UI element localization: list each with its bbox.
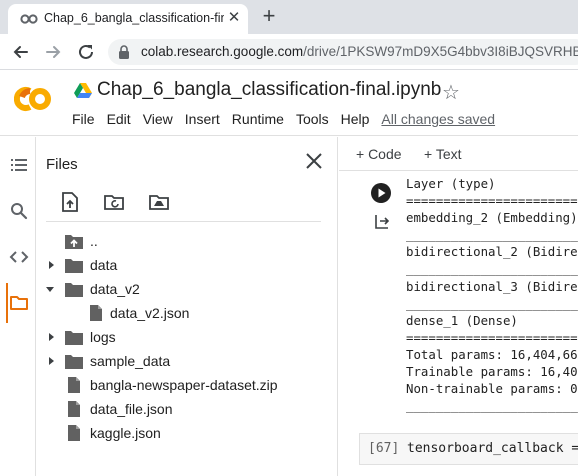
divider <box>46 221 321 222</box>
tree-item-dataset-zip[interactable]: bangla-newspaper-dataset.zip <box>36 374 336 396</box>
url-path: /drive/1PKSW97mD9X5G4bbv3I8iBJQSVRHB <box>303 44 578 59</box>
notebook-title[interactable]: Chap_6_bangla_classification-final.ipynb <box>97 79 441 101</box>
tree-item-kaggle-json[interactable]: kaggle.json <box>36 422 336 444</box>
tree-item-parent[interactable]: .. <box>36 230 336 252</box>
notebook-toolbar: + Code + Text <box>339 137 578 171</box>
caret-right-icon[interactable] <box>46 332 56 342</box>
files-panel: Files .. data data_v2 data_v2.json logs … <box>36 137 338 476</box>
menu-bar: File Edit View Insert Runtime Tools Help All ch… <box>72 111 495 131</box>
file-icon <box>68 425 80 441</box>
output-line: _______________________________ <box>406 295 578 311</box>
file-icon <box>68 377 80 393</box>
browser-tab[interactable]: Chap_6_bangla_classification-final ✕ <box>8 4 248 34</box>
tree-item-sample-data[interactable]: sample_data <box>36 350 336 372</box>
code-editor[interactable]: tensorboard_callback = <box>407 441 578 456</box>
folder-up-icon <box>65 235 83 249</box>
save-status-link[interactable]: All changes saved <box>381 111 495 127</box>
output-line: Non-trainable params: 0 <box>406 381 578 397</box>
url-host: colab.research.google.com <box>141 44 304 59</box>
tree-item-label: data_v2 <box>90 281 140 297</box>
caret-down-icon[interactable] <box>45 284 55 294</box>
tree-item-label: bangla-newspaper-dataset.zip <box>90 377 278 393</box>
folder-icon <box>65 331 83 345</box>
colab-logo-icon[interactable] <box>14 83 56 115</box>
code-brackets-icon[interactable] <box>9 247 29 267</box>
lock-icon <box>119 45 129 59</box>
tree-item-data-file-json[interactable]: data_file.json <box>36 398 336 420</box>
tab-title: Chap_6_bangla_classification-final <box>44 11 224 25</box>
model-summary-output: Layer (type) ===========================… <box>406 175 578 425</box>
output-line: bidirectional_2 (Bidire <box>406 244 578 260</box>
files-title: Files <box>46 156 78 173</box>
url-field[interactable]: colab.research.google.com/drive/1PKSW97m… <box>108 39 578 65</box>
add-code-button[interactable]: + Code <box>356 146 402 162</box>
folder-icon <box>65 283 83 297</box>
new-tab-icon[interactable]: + <box>258 5 280 28</box>
tree-item-label: kaggle.json <box>90 425 161 441</box>
output-line: Total params: 16,404,66 <box>406 346 578 362</box>
output-line: Layer (type) <box>406 176 496 191</box>
forward-arrow-icon[interactable] <box>42 41 64 63</box>
output-line: bidirectional_3 (Bidire <box>406 278 578 294</box>
tab-strip: Chap_6_bangla_classification-final ✕ + <box>0 0 578 34</box>
star-icon[interactable]: ☆ <box>442 80 460 105</box>
output-actions-icon[interactable] <box>373 213 391 231</box>
output-line: _______________________________ <box>406 227 578 243</box>
browser-window: Chap_6_bangla_classification-final ✕ + c… <box>0 0 578 476</box>
mount-drive-icon[interactable] <box>148 191 170 213</box>
menu-help[interactable]: Help <box>341 111 370 127</box>
output-line: dense_1 (Dense) <box>406 312 518 328</box>
active-indicator <box>6 283 8 323</box>
output-line: _______________________________ <box>406 398 578 414</box>
tree-item-data[interactable]: data <box>36 254 336 276</box>
menu-tools[interactable]: Tools <box>296 111 329 127</box>
folder-icon <box>65 355 83 369</box>
upload-file-icon[interactable] <box>59 191 81 213</box>
refresh-folder-icon[interactable] <box>103 191 125 213</box>
file-icon <box>68 401 80 417</box>
tree-item-label: sample_data <box>90 353 171 369</box>
code-cell-output: Layer (type) ===========================… <box>339 171 578 429</box>
folder-icon <box>65 259 83 273</box>
caret-right-icon[interactable] <box>46 356 56 366</box>
caret-right-icon[interactable] <box>46 260 56 270</box>
back-arrow-icon[interactable] <box>10 41 32 63</box>
add-text-button[interactable]: + Text <box>424 146 462 162</box>
run-cell-icon[interactable] <box>370 182 392 204</box>
output-line: embedding_2 (Embedding) <box>406 210 578 226</box>
tree-item-label: data <box>90 257 118 273</box>
output-line: =============================== <box>406 193 578 209</box>
folder-icon[interactable] <box>9 293 29 313</box>
tree-item-label: .. <box>90 233 98 249</box>
menu-insert[interactable]: Insert <box>185 111 220 127</box>
notebook-area: + Code + Text Layer (type) =============… <box>339 137 578 476</box>
search-icon[interactable] <box>9 201 29 221</box>
google-drive-icon[interactable] <box>74 82 92 98</box>
tree-item-data-v2[interactable]: data_v2 <box>36 278 336 300</box>
file-icon <box>90 305 102 321</box>
tree-item-label: data_v2.json <box>110 305 190 321</box>
output-line: _______________________________ <box>406 261 578 277</box>
tree-item-label: logs <box>90 329 116 345</box>
url-text: colab.research.google.com/drive/1PKSW97m… <box>141 44 578 59</box>
execution-count: [67] <box>368 441 400 456</box>
left-rail <box>0 137 36 476</box>
output-line: =============================== <box>406 329 578 345</box>
tree-item-logs[interactable]: logs <box>36 326 336 348</box>
menu-file[interactable]: File <box>72 111 95 127</box>
colab-header: Chap_6_bangla_classification-final.ipynb… <box>0 70 578 136</box>
code-cell[interactable]: [67] tensorboard_callback = <box>359 433 578 465</box>
tree-item-label: data_file.json <box>90 401 173 417</box>
tree-item-data-v2-json[interactable]: data_v2.json <box>36 302 336 324</box>
menu-view[interactable]: View <box>143 111 173 127</box>
close-panel-icon[interactable] <box>304 151 324 171</box>
output-line: Trainable params: 16,40 <box>406 364 578 380</box>
list-icon[interactable] <box>9 155 29 175</box>
address-bar: colab.research.google.com/drive/1PKSW97m… <box>0 34 578 70</box>
menu-edit[interactable]: Edit <box>107 111 131 127</box>
menu-runtime[interactable]: Runtime <box>232 111 284 127</box>
reload-icon[interactable] <box>75 41 97 63</box>
colab-favicon-icon <box>20 14 38 24</box>
close-tab-icon[interactable]: ✕ <box>226 10 242 26</box>
